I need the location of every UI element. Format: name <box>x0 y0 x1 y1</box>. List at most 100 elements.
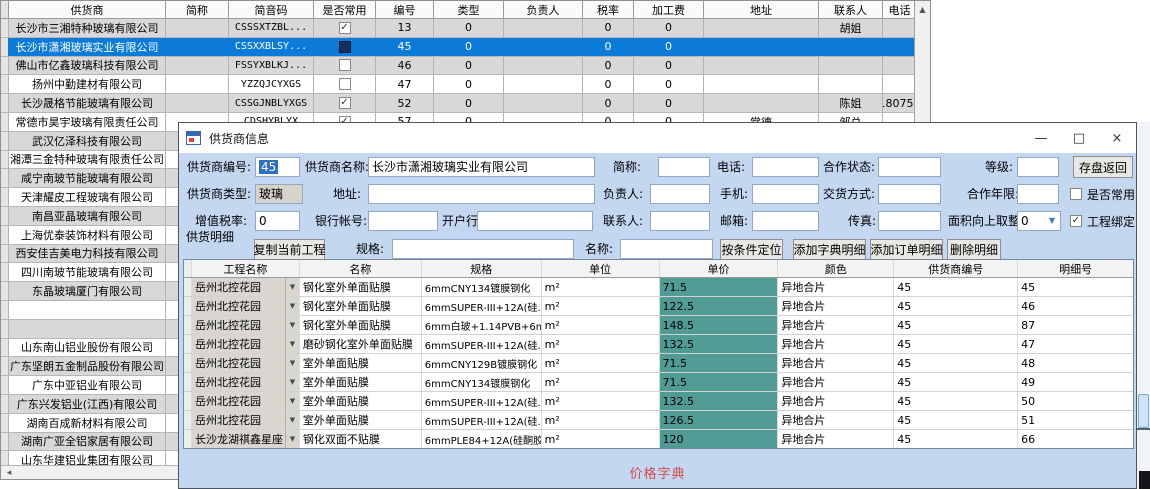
add-order-detail-button[interactable]: 添加订单明细 <box>870 239 943 260</box>
grid-cell: CSSXXBLSY... <box>229 38 314 56</box>
supplier-type-field[interactable]: 玻璃 <box>255 184 303 204</box>
grade-label: 等级: <box>985 157 1013 177</box>
detail-row[interactable]: 岳州北控花园▼钢化室外单面贴膜6mm白玻+1.14PVB+6mm...m²148… <box>184 316 1133 335</box>
supplier-row[interactable]: 长沙市三湘特种玻璃有限公司CSSSXTZBL...13000胡姐 <box>1 19 930 38</box>
fax-label: 传真: <box>848 211 876 231</box>
supplier-row[interactable]: 扬州中勤建材有限公司YZZQJCYXGS47000 <box>1 75 930 94</box>
supplier-no-field[interactable]: 45 <box>255 157 300 177</box>
detail-row[interactable]: 岳州北控花园▼钢化室外单面贴膜6mmCNY134镀膜钢化m²71.5异地合片45… <box>184 278 1133 297</box>
delete-detail-button[interactable]: 删除明细 <box>947 239 1001 260</box>
project-dropdown-cell[interactable]: 岳州北控花园▼ <box>192 411 300 429</box>
supplier-name-field[interactable]: 长沙市潇湘玻璃实业有限公司 <box>368 157 595 177</box>
col-detail-no[interactable]: 明细号 <box>1018 260 1133 277</box>
bank-branch-field[interactable] <box>477 211 593 231</box>
phone-label: 电话: <box>717 157 745 177</box>
grid-cell: 山东南山铝业股份有限公司 <box>9 339 166 357</box>
col-fee[interactable]: 加工费 <box>634 1 704 18</box>
col-supplier-no[interactable]: 供货商编号 <box>894 260 1018 277</box>
col-no[interactable]: 编号 <box>376 1 434 18</box>
detail-row[interactable]: 长沙龙湖祺鑫星座▼钢化双面不贴膜6mmPLE84+12A(硅酮胶...m²120… <box>184 430 1133 449</box>
grade-field[interactable] <box>1017 157 1059 177</box>
checkbox-checked-icon[interactable] <box>339 22 351 34</box>
col-tax[interactable]: 税率 <box>583 1 634 18</box>
detail-cell: 异地合片 <box>778 430 894 448</box>
checkbox-icon[interactable] <box>339 41 351 53</box>
col-spec[interactable]: 规格 <box>422 260 542 277</box>
row-selector <box>1 301 9 319</box>
checkbox-icon[interactable] <box>339 78 351 90</box>
fax-field[interactable] <box>878 211 941 231</box>
col-manager[interactable]: 负责人 <box>504 1 583 18</box>
detail-row[interactable]: 岳州北控花园▼室外单面贴膜6mmSUPER-III+12A(硅...m²132.… <box>184 392 1133 411</box>
name-filter-field[interactable] <box>620 239 713 259</box>
delivery-field[interactable] <box>878 184 941 204</box>
spec-filter-field[interactable] <box>392 239 574 259</box>
often-used-checkbox[interactable]: 是否常用 <box>1070 184 1135 204</box>
grid-cell <box>704 38 819 56</box>
background-scrollbar-thumb[interactable] <box>1138 394 1149 428</box>
col-abbr[interactable]: 简称 <box>166 1 229 18</box>
manager-field[interactable] <box>650 184 710 204</box>
detail-cell: 异地合片 <box>778 335 894 353</box>
supplier-row[interactable]: 长沙晟格节能玻璃有限公司CSSGJNBLYXGS52000陈姐180751 <box>1 94 930 113</box>
project-bind-checkbox[interactable]: 工程绑定 <box>1070 211 1135 231</box>
abbr-field[interactable] <box>658 157 710 177</box>
detail-row[interactable]: 岳州北控花园▼磨砂钢化室外单面贴膜6mmSUPER-III+12A(硅...m²… <box>184 335 1133 354</box>
contact-field[interactable] <box>650 211 710 231</box>
project-dropdown-cell[interactable]: 岳州北控花园▼ <box>192 316 300 334</box>
copy-project-button[interactable]: 复制当前工程 <box>254 239 325 260</box>
maximize-button[interactable]: □ <box>1060 123 1098 153</box>
col-contact[interactable]: 联系人 <box>819 1 883 18</box>
mobile-field[interactable] <box>752 184 819 204</box>
project-dropdown-cell[interactable]: 岳州北控花园▼ <box>192 297 300 315</box>
col-address[interactable]: 地址 <box>704 1 819 18</box>
checkbox-icon[interactable] <box>339 59 351 71</box>
detail-cell: 45 <box>894 392 1018 410</box>
col-phone[interactable]: 电话 <box>883 1 916 18</box>
detail-cell: m² <box>542 278 660 296</box>
project-dropdown-cell[interactable]: 长沙龙湖祺鑫星座▼ <box>192 430 300 448</box>
vat-rate-field[interactable]: 0 <box>255 211 300 231</box>
phone-field[interactable] <box>752 157 819 177</box>
supplier-row[interactable]: 长沙市潇湘玻璃实业有限公司CSSXXBLSY...45000 <box>1 38 930 57</box>
col-unit[interactable]: 单位 <box>542 260 660 277</box>
scroll-up-icon[interactable]: ▲ <box>915 1 930 17</box>
add-dict-detail-button[interactable]: 添加字典明细 <box>793 239 866 260</box>
scroll-left-icon[interactable]: ◂ <box>1 468 17 478</box>
coop-years-field[interactable] <box>1017 184 1059 204</box>
grid-cell <box>819 57 883 75</box>
coop-status-field[interactable] <box>878 157 941 177</box>
col-common[interactable]: 是否常用 <box>314 1 376 18</box>
detail-row[interactable]: 岳州北控花园▼室外单面贴膜6mmSUPER-III+12A(硅...m²126.… <box>184 411 1133 430</box>
detail-row-selector <box>184 316 192 334</box>
project-dropdown-cell[interactable]: 岳州北控花园▼ <box>192 392 300 410</box>
detail-row[interactable]: 岳州北控花园▼室外单面贴膜6mmCNY134镀膜钢化m²71.5异地合片4549 <box>184 373 1133 392</box>
col-color[interactable]: 颜色 <box>778 260 894 277</box>
col-type[interactable]: 类型 <box>434 1 504 18</box>
supplier-row[interactable]: 佛山市亿鑫玻璃科技有限公司FSSYXBLKJ...46000 <box>1 57 930 76</box>
col-name[interactable]: 名称 <box>300 260 422 277</box>
detail-row[interactable]: 岳州北控花园▼钢化室外单面贴膜6mmSUPER-III+12A(硅...m²12… <box>184 297 1133 316</box>
row-selector <box>1 226 9 244</box>
col-unit-price[interactable]: 单价 <box>660 260 779 277</box>
address-field[interactable] <box>368 184 595 204</box>
locate-by-condition-button[interactable]: 按条件定位 <box>720 239 783 260</box>
col-code[interactable]: 简音码 <box>229 1 314 18</box>
area-round-up-select[interactable]: 0 ▼ <box>1017 211 1061 231</box>
close-button[interactable]: × <box>1098 123 1136 153</box>
col-supplier[interactable]: 供货商 <box>9 1 166 18</box>
bank-account-field[interactable] <box>368 211 438 231</box>
project-dropdown-cell[interactable]: 岳州北控花园▼ <box>192 335 300 353</box>
project-dropdown-cell[interactable]: 岳州北控花园▼ <box>192 354 300 372</box>
project-dropdown-cell[interactable]: 岳州北控花园▼ <box>192 278 300 296</box>
grid-cell: 胡姐 <box>819 19 883 37</box>
detail-cell: 66 <box>1018 430 1133 448</box>
checkbox-checked-icon[interactable] <box>339 97 351 109</box>
detail-row[interactable]: 岳州北控花园▼室外单面贴膜6mmCNY129B镀膜钢化m²71.5异地合片454… <box>184 354 1133 373</box>
project-dropdown-cell[interactable]: 岳州北控花园▼ <box>192 373 300 391</box>
email-field[interactable] <box>752 211 819 231</box>
detail-cell: 6mmSUPER-III+12A(硅... <box>422 411 542 429</box>
minimize-button[interactable]: — <box>1022 123 1060 153</box>
col-project-name[interactable]: 工程名称 <box>192 260 300 277</box>
save-return-button[interactable]: 存盘返回 <box>1073 156 1133 178</box>
